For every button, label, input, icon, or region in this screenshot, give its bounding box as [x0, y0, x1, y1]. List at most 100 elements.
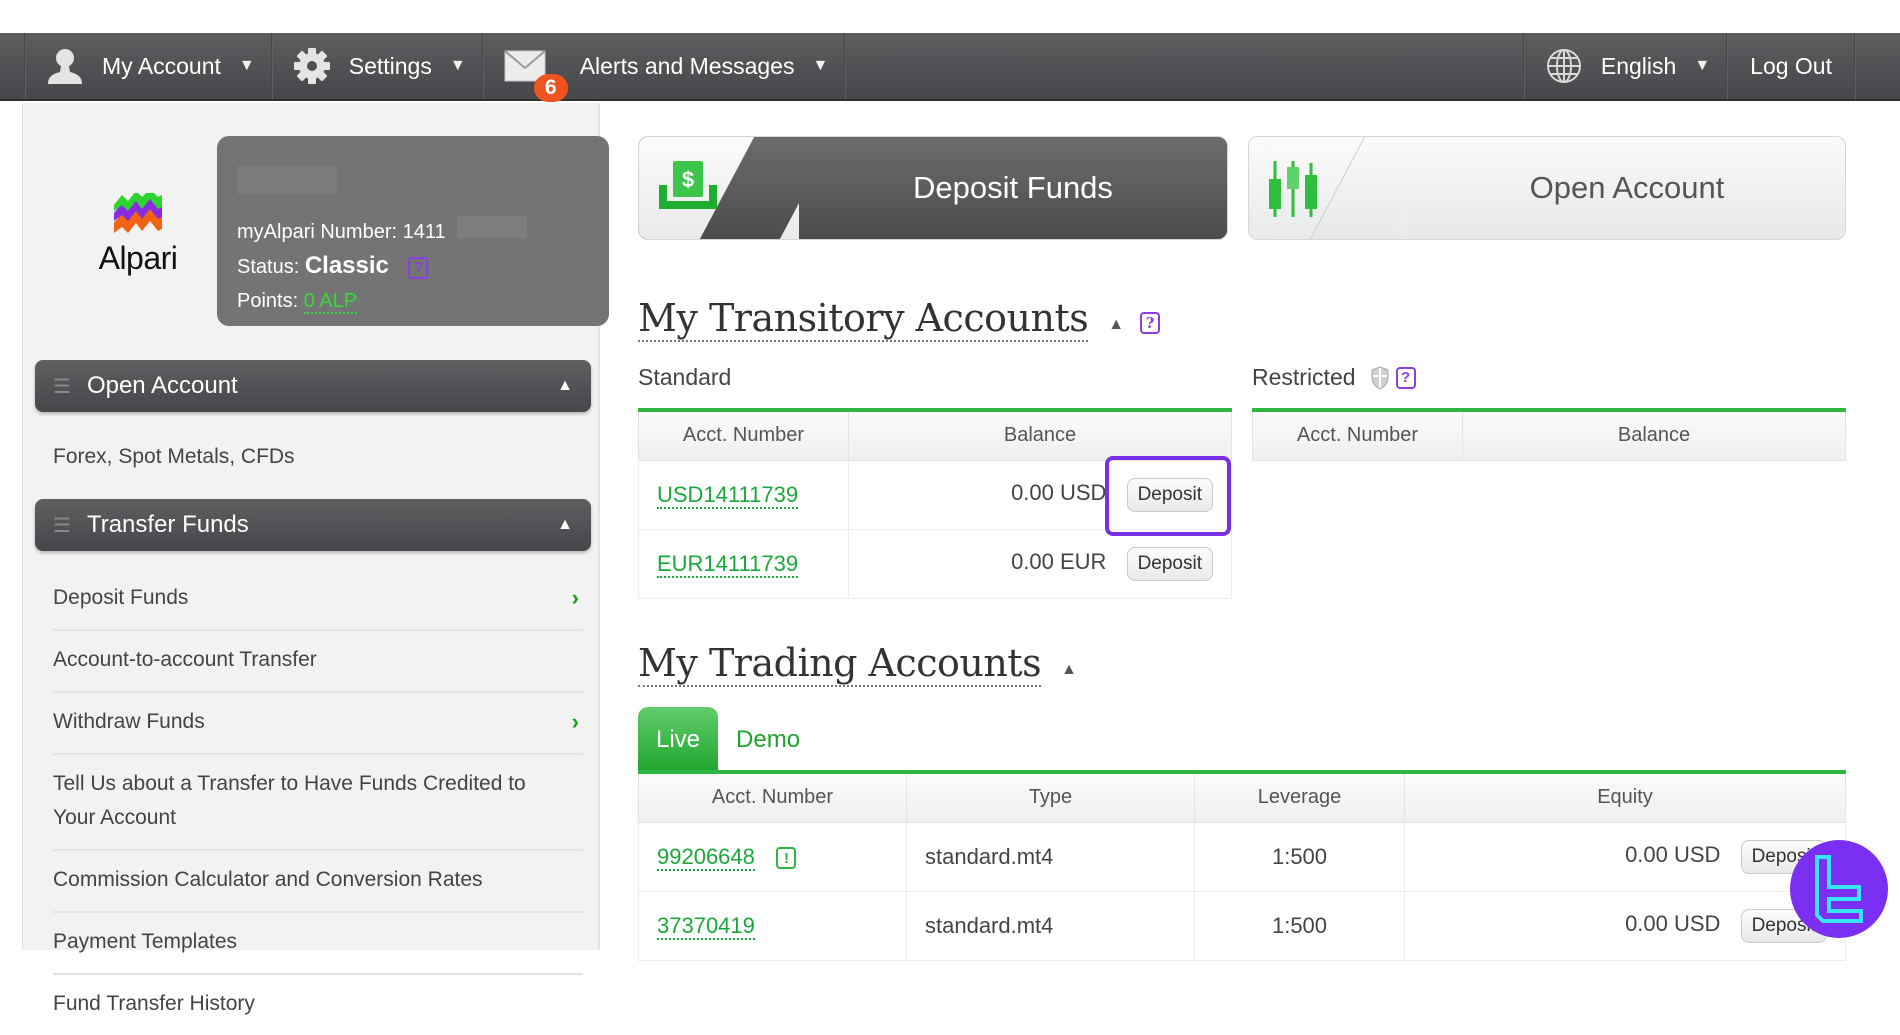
account-link[interactable]: 99206648	[657, 843, 755, 871]
deposit-button[interactable]: Deposit	[1126, 546, 1213, 581]
sidebar-item-label: Payment Templates	[53, 930, 238, 953]
account-link[interactable]: 37370419	[657, 912, 755, 940]
sidebar-item-deposit-funds[interactable]: Deposit Funds ›	[53, 569, 583, 631]
table-header-row: Acct. Number Type Leverage Equity	[638, 771, 1846, 823]
status-line: Status: Classic ?	[237, 254, 609, 279]
transfer-funds-header-label: Transfer Funds	[86, 511, 249, 538]
column-header-acct-number: Acct. Number	[638, 771, 907, 823]
transitory-help-icon[interactable]: ?	[1140, 312, 1161, 334]
standard-accounts-table: Acct. Number Balance USD14111739 0.00 US…	[638, 408, 1232, 599]
tab-demo[interactable]: Demo	[718, 707, 818, 773]
warning-icon[interactable]: !	[776, 847, 797, 870]
trading-title[interactable]: My Trading Accounts	[638, 641, 1042, 687]
status-label: Status:	[237, 256, 300, 278]
sidebar-item-fund-transfer-history[interactable]: Fund Transfer History	[53, 975, 583, 1035]
alerts-count-badge: 6	[533, 74, 568, 102]
nav-my-account[interactable]: My Account ▼	[26, 33, 271, 99]
sidebar-item-label: Deposit Funds	[53, 586, 189, 609]
top-navbar: My Account ▼ Settings ▼ 6 Alerts and Mes…	[0, 33, 1900, 102]
trading-tabs: Live Demo	[638, 707, 818, 773]
chevron-down-icon: ▼	[812, 57, 829, 74]
transfer-funds-menu: Deposit Funds › Account-to-account Trans…	[53, 569, 583, 1035]
sidebar-item-label: Commission Calculator and Conversion Rat…	[53, 868, 483, 891]
collapse-arrow-icon[interactable]: ▲	[1061, 661, 1077, 679]
shield-icon	[1370, 365, 1390, 390]
sidebar: Alpari myAlpari Number: 1411 Status: Cla…	[22, 103, 609, 1015]
logout-button[interactable]: Log Out	[1728, 33, 1854, 99]
menu-lines-icon: ☰	[53, 375, 71, 398]
sidebar-item-label: Tell Us about a Transfer to Have Funds C…	[53, 772, 526, 829]
trading-accounts-table: Acct. Number Type Leverage Equity 992066…	[638, 770, 1846, 961]
watermark-icon	[1815, 855, 1863, 923]
profile-card: myAlpari Number: 1411 Status: Classic ? …	[217, 136, 609, 326]
sidebar-item-commission-calculator[interactable]: Commission Calculator and Conversion Rat…	[53, 851, 583, 913]
svg-text:$: $	[682, 167, 694, 192]
transitory-accounts-heading: My Transitory Accounts ▲ ?	[638, 296, 1161, 342]
number-label: myAlpari Number:	[237, 221, 398, 243]
my-account-label: My Account	[102, 52, 221, 79]
collapse-arrow-icon[interactable]: ▲	[1108, 316, 1124, 334]
chevron-right-icon: ›	[571, 585, 579, 610]
column-header-equity: Equity	[1404, 771, 1846, 823]
sidebar-item-label: Withdraw Funds	[53, 710, 205, 733]
deposit-button[interactable]: Deposit	[1126, 477, 1213, 512]
menu-lines-icon: ☰	[53, 514, 71, 537]
account-link[interactable]: USD14111739	[657, 481, 799, 509]
open-account-button[interactable]: Open Account	[1248, 136, 1846, 240]
deposit-funds-button[interactable]: $ Deposit Funds	[638, 136, 1228, 240]
points-link[interactable]: 0 ALP	[303, 290, 358, 314]
column-header-leverage: Leverage	[1194, 771, 1405, 823]
points-line: Points: 0 ALP	[237, 289, 609, 314]
sidebar-item-account-transfer[interactable]: Account-to-account Transfer	[53, 631, 583, 693]
alpari-logo-text: Alpari	[98, 240, 178, 276]
restricted-label: Restricted	[1252, 364, 1356, 390]
redacted-name	[237, 166, 337, 194]
trading-accounts-heading: My Trading Accounts ▲	[638, 641, 1077, 687]
tab-live[interactable]: Live	[638, 707, 719, 773]
status-value: Classic	[304, 252, 389, 279]
open-account-panel-header[interactable]: ☰ Open Account ▲	[35, 360, 591, 412]
column-header-acct-number: Acct. Number	[1252, 409, 1463, 461]
nav-settings[interactable]: Settings ▼	[273, 33, 482, 99]
standard-label: Standard	[638, 364, 732, 390]
logout-label: Log Out	[1750, 52, 1832, 79]
points-label: Points:	[237, 290, 299, 312]
envelope-icon: 6	[504, 50, 568, 102]
sidebar-item-label: Fund Transfer History	[53, 992, 255, 1015]
nav-alerts-messages[interactable]: 6 Alerts and Messages ▼	[484, 33, 845, 102]
restricted-help-icon[interactable]: ?	[1395, 366, 1416, 389]
account-link[interactable]: EUR14111739	[657, 550, 799, 578]
collapse-arrow-icon: ▲	[557, 377, 573, 394]
forex-metals-cfds-link[interactable]: Forex, Spot Metals, CFDs	[53, 445, 295, 469]
deposit-money-icon: $	[657, 161, 719, 216]
deposit-funds-label: Deposit Funds	[913, 170, 1113, 205]
table-row: USD14111739 0.00 USD Deposit	[638, 459, 1232, 530]
column-header-type: Type	[906, 771, 1195, 823]
sidebar-item-label: Account-to-account Transfer	[53, 648, 317, 671]
restricted-accounts-table: Acct. Number Balance	[1252, 408, 1846, 461]
nav-language[interactable]: English ▼	[1525, 33, 1726, 99]
sidebar-item-tell-us-transfer[interactable]: Tell Us about a Transfer to Have Funds C…	[53, 755, 583, 851]
equity-value: 0.00 USD	[1625, 910, 1721, 936]
column-header-balance: Balance	[848, 409, 1232, 461]
type-value: standard.mt4	[906, 821, 1195, 892]
open-account-header-label: Open Account	[86, 372, 238, 399]
settings-label: Settings	[348, 52, 432, 79]
chevron-down-icon: ▼	[449, 57, 466, 74]
transfer-funds-panel-header[interactable]: ☰ Transfer Funds ▲	[35, 499, 591, 551]
status-help-icon[interactable]: ?	[408, 256, 429, 279]
sidebar-item-withdraw-funds[interactable]: Withdraw Funds ›	[53, 693, 583, 755]
table-row: 99206648 ! standard.mt4 1:500 0.00 USD D…	[638, 821, 1846, 892]
language-label: English	[1600, 52, 1677, 79]
chevron-right-icon: ›	[571, 709, 579, 734]
sidebar-item-payment-templates[interactable]: Payment Templates	[53, 913, 583, 975]
column-header-balance: Balance	[1462, 409, 1846, 461]
alpari-logo[interactable]: Alpari	[78, 189, 198, 277]
equity-value: 0.00 USD	[1625, 841, 1721, 867]
alerts-label: Alerts and Messages	[579, 52, 795, 79]
transitory-title[interactable]: My Transitory Accounts	[638, 296, 1089, 342]
watermark-logo	[1790, 840, 1888, 938]
column-header-acct-number: Acct. Number	[638, 409, 849, 461]
globe-icon	[1545, 47, 1583, 85]
leverage-value: 1:500	[1194, 821, 1405, 892]
